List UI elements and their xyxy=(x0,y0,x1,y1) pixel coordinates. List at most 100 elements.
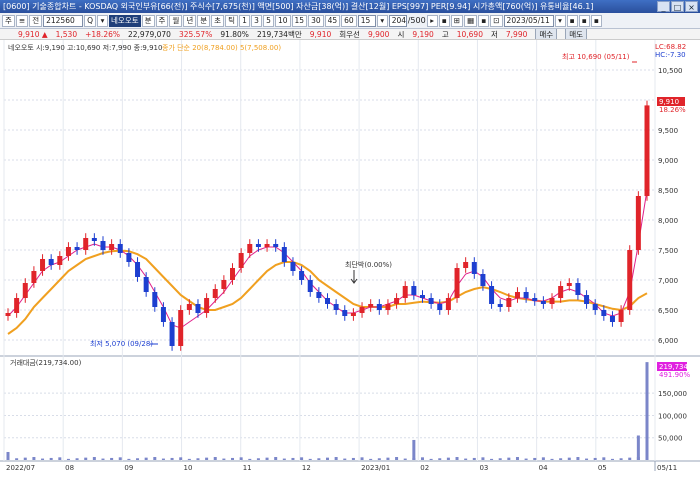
period-button-year[interactable]: 년 xyxy=(183,14,197,27)
interval-input[interactable]: 15 xyxy=(357,14,376,27)
volume-bar xyxy=(515,457,519,460)
volume-bar xyxy=(550,458,554,460)
period-button-tick[interactable]: 틱 xyxy=(225,14,238,27)
volume-bar xyxy=(265,457,269,460)
volume-bar xyxy=(593,457,597,460)
volume-bar xyxy=(610,458,614,460)
chevron-down-icon[interactable]: ▾ xyxy=(376,14,388,27)
search-icon[interactable]: Q xyxy=(84,14,97,27)
tool-button-2[interactable]: 전 xyxy=(29,14,43,27)
candle-body xyxy=(575,283,581,295)
x-tick-label: 12 xyxy=(302,464,311,472)
count-total-label: /500 xyxy=(407,16,426,25)
x-tick-label: 02 xyxy=(420,464,429,472)
price-tick-label: 8,500 xyxy=(658,187,678,195)
min-annotation: 최저 5,070 (09/28) xyxy=(90,339,153,348)
square-icon[interactable]: ▪ xyxy=(478,14,490,27)
candle-body xyxy=(22,283,28,298)
table-icon[interactable]: ▦ xyxy=(464,14,478,27)
period-button-min[interactable]: 분 xyxy=(141,14,155,27)
chart-area[interactable]: 10,50010,0009,5009,0008,5008,0007,5007,0… xyxy=(0,40,700,491)
maximize-button[interactable]: □ xyxy=(671,1,684,12)
volume-spike-bar xyxy=(645,362,649,460)
stop-icon[interactable]: ▪ xyxy=(438,14,450,27)
volume-bar xyxy=(23,457,27,460)
volume-bar xyxy=(585,458,589,460)
volume-bar xyxy=(386,457,390,460)
candle-body xyxy=(204,298,210,313)
period-button-second[interactable]: 초 xyxy=(211,14,225,27)
candle-body xyxy=(342,310,348,316)
interval-button-45[interactable]: 45 xyxy=(324,14,341,27)
tool-button-0[interactable]: 주 xyxy=(2,14,15,27)
candle-body xyxy=(480,274,486,286)
candle-body xyxy=(609,316,615,322)
volume-bar xyxy=(41,458,45,460)
candle-body xyxy=(221,280,227,289)
candle-body xyxy=(264,244,270,247)
volume-bar xyxy=(153,457,157,460)
sell-button[interactable]: 매도 xyxy=(565,29,587,39)
x-tick-label: 05/11 xyxy=(657,464,677,472)
volume-bar xyxy=(170,457,174,460)
volume-bar xyxy=(49,457,53,460)
volume-bar xyxy=(446,457,450,460)
x-tick-label: 09 xyxy=(124,464,133,472)
candle-body xyxy=(463,262,469,268)
volume-legend: 거래대금(219,734.00) xyxy=(10,358,82,367)
candle-body xyxy=(471,262,477,274)
volume-bar xyxy=(110,457,114,460)
volume-bar xyxy=(300,457,304,460)
trade-amount: 219,734백만 xyxy=(256,29,302,39)
volume-bar xyxy=(136,458,140,460)
count-input[interactable]: 204 xyxy=(388,14,407,27)
stock-code-input[interactable]: 212560 xyxy=(43,14,84,27)
interval-button-15[interactable]: 15 xyxy=(291,14,308,27)
tool-icon-a[interactable]: ▪ xyxy=(566,14,578,27)
volume-tick-label: 100,000 xyxy=(658,412,687,420)
interval-button-30[interactable]: 30 xyxy=(308,14,324,27)
volume-bar xyxy=(317,458,321,460)
calendar-icon[interactable]: ⊡ xyxy=(490,14,503,27)
interval-button-5[interactable]: 5 xyxy=(262,14,274,27)
volume-bar xyxy=(541,457,545,460)
period-button-month[interactable]: 월 xyxy=(169,14,183,27)
candle-body xyxy=(57,256,63,265)
volume-bar xyxy=(308,458,312,460)
tool-icon-c[interactable]: ▪ xyxy=(590,14,602,27)
period-button-minute[interactable]: 분 xyxy=(197,14,211,27)
period-button-week[interactable]: 주 xyxy=(155,14,169,27)
interval-button-60[interactable]: 60 xyxy=(341,14,357,27)
candle-body xyxy=(359,307,365,313)
price-change-pct: +18.26% xyxy=(85,29,120,39)
candle-body xyxy=(5,313,11,316)
play-icon[interactable]: ▸ xyxy=(426,14,438,27)
close-button[interactable]: × xyxy=(685,1,698,12)
volume-bar xyxy=(144,457,148,460)
volume-bar xyxy=(567,457,571,460)
tool-button-1[interactable]: ≡ xyxy=(15,14,29,27)
interval-button-10[interactable]: 10 xyxy=(274,14,291,27)
trade-volume: 22,979,070 xyxy=(128,29,171,39)
candle-body xyxy=(454,268,460,298)
candle-body xyxy=(523,292,529,298)
max-annotation: 최고 10,690 (05/11) xyxy=(562,52,630,61)
volume-bar xyxy=(377,458,381,460)
grid-icon[interactable]: ⊞ xyxy=(450,14,464,27)
volume-tag-label: 219,734 xyxy=(659,363,688,371)
buy-button[interactable]: 매수 xyxy=(535,29,558,39)
volume-tag-sub: 491.90% xyxy=(659,371,690,379)
current-price: 9,910 ▲ xyxy=(18,29,48,39)
dropdown-arrow-icon[interactable]: ▾ xyxy=(97,14,109,27)
price-chart[interactable]: 10,50010,0009,5009,0008,5008,0007,5007,0… xyxy=(0,40,700,491)
tool-icon-b[interactable]: ▪ xyxy=(578,14,590,27)
minimize-button[interactable]: _ xyxy=(657,1,670,12)
interval-button-3[interactable]: 3 xyxy=(250,14,262,27)
date-input[interactable]: 2023/05/11 xyxy=(503,14,554,27)
candle-body xyxy=(394,298,400,304)
interval-button-1[interactable]: 1 xyxy=(238,14,250,27)
candle-body xyxy=(230,268,236,280)
volume-bar xyxy=(248,458,252,460)
volume-spike-bar xyxy=(412,439,416,460)
date-dropdown-icon[interactable]: ▾ xyxy=(554,14,566,27)
